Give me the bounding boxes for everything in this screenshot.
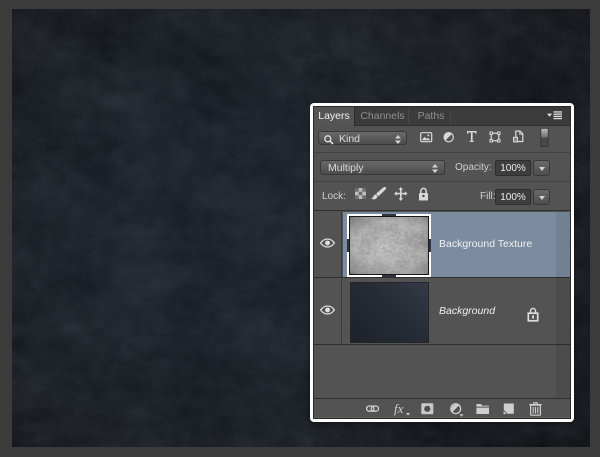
svg-text:fx: fx [394, 401, 404, 416]
